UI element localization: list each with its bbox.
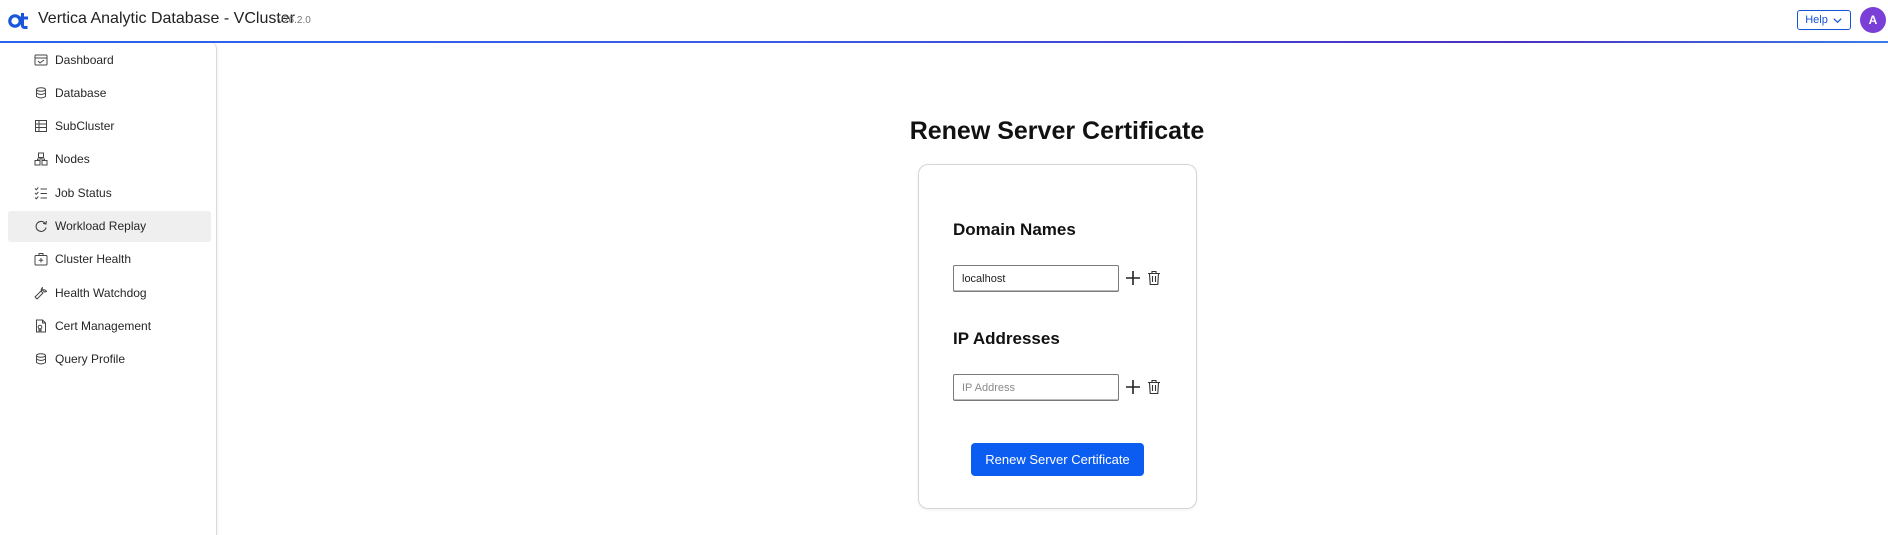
ip-address-input[interactable] bbox=[953, 374, 1119, 401]
sidebar-item-cert-management[interactable]: Cert Management bbox=[8, 311, 211, 342]
sidebar-item-label: Query Profile bbox=[55, 352, 126, 366]
dashboard-icon bbox=[34, 53, 48, 67]
renew-server-certificate-button[interactable]: Renew Server Certificate bbox=[971, 443, 1144, 476]
sidebar-item-label: Job Status bbox=[55, 186, 112, 200]
sidebar-item-health-watchdog[interactable]: Health Watchdog bbox=[8, 278, 211, 309]
help-button-label: Help bbox=[1805, 14, 1828, 26]
sidebar-item-label: Dashboard bbox=[55, 53, 114, 67]
page-title: Renew Server Certificate bbox=[909, 117, 1205, 145]
query-profile-icon bbox=[34, 352, 48, 366]
sidebar-item-label: Nodes bbox=[55, 152, 90, 166]
sidebar-item-label: Cluster Health bbox=[55, 252, 132, 266]
replay-icon bbox=[34, 219, 48, 233]
job-status-icon bbox=[34, 186, 48, 200]
sidebar-item-cluster-health[interactable]: Cluster Health bbox=[8, 244, 211, 275]
trash-icon bbox=[1148, 379, 1160, 395]
sidebar-item-label: Health Watchdog bbox=[55, 286, 147, 300]
delete-ip-address-button[interactable] bbox=[1145, 378, 1163, 396]
database-icon bbox=[34, 86, 48, 100]
sidebar-item-job-status[interactable]: Job Status bbox=[8, 178, 211, 209]
user-avatar[interactable]: A bbox=[1860, 7, 1886, 33]
trash-icon bbox=[1148, 270, 1160, 286]
ip-addresses-heading: IP Addresses bbox=[953, 329, 1060, 348]
chevron-down-icon bbox=[1833, 17, 1842, 23]
add-domain-button[interactable] bbox=[1124, 269, 1142, 287]
renew-certificate-form: Domain Names IP Addresses Renew Server C… bbox=[918, 164, 1197, 509]
header-divider bbox=[0, 41, 1888, 43]
domain-name-input[interactable] bbox=[953, 265, 1119, 292]
sidebar-item-dashboard[interactable]: Dashboard bbox=[8, 45, 211, 76]
wrench-icon bbox=[34, 286, 48, 300]
sidebar-item-label: Database bbox=[55, 86, 107, 100]
sidebar-item-database[interactable]: Database bbox=[8, 78, 211, 109]
app-title: Vertica Analytic Database - VCluster bbox=[38, 10, 296, 27]
add-ip-address-button[interactable] bbox=[1124, 378, 1142, 396]
plus-icon bbox=[1126, 271, 1140, 285]
help-menu-button[interactable]: Help bbox=[1797, 10, 1851, 30]
vertica-logo-icon[interactable] bbox=[8, 10, 30, 30]
delete-domain-button[interactable] bbox=[1145, 269, 1163, 287]
certificate-icon bbox=[34, 319, 48, 333]
sidebar-item-query-profile[interactable]: Query Profile bbox=[8, 344, 211, 375]
sidebar-item-nodes[interactable]: Nodes bbox=[8, 144, 211, 175]
sidebar-item-workload-replay[interactable]: Workload Replay bbox=[8, 211, 211, 242]
sidebar-item-label: Cert Management bbox=[55, 319, 152, 333]
app-version: v26.2.0 bbox=[278, 15, 311, 26]
top-header: Vertica Analytic Database - VCluster v26… bbox=[0, 0, 1888, 43]
cluster-health-icon bbox=[34, 252, 48, 266]
nodes-icon bbox=[34, 152, 48, 166]
plus-icon bbox=[1126, 380, 1140, 394]
sidebar-item-label: Workload Replay bbox=[55, 219, 147, 233]
domain-names-heading: Domain Names bbox=[953, 220, 1076, 239]
